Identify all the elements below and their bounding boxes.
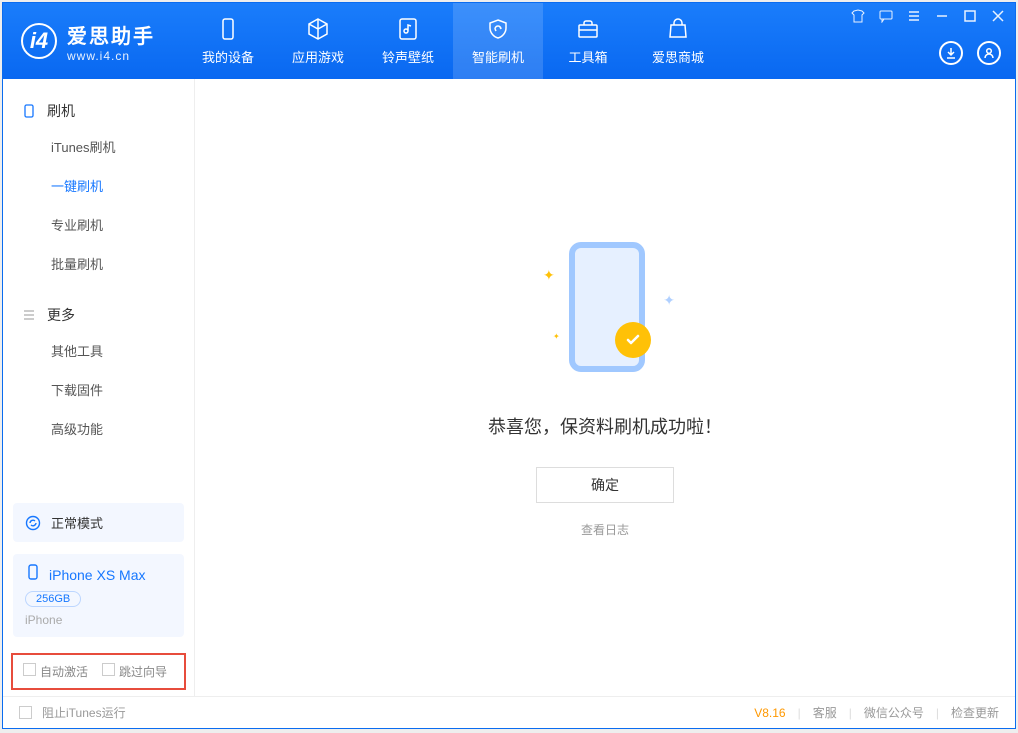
- version-label: V8.16: [754, 706, 785, 720]
- section-label: 刷机: [47, 101, 75, 121]
- body: 刷机 iTunes刷机 一键刷机 专业刷机 批量刷机 更多 其他工具 下载固件 …: [3, 79, 1015, 696]
- sidebar-item-pro-flash[interactable]: 专业刷机: [3, 205, 194, 244]
- support-link[interactable]: 客服: [813, 704, 837, 721]
- tab-store[interactable]: 爱思商城: [633, 3, 723, 79]
- logo: i4 爱思助手 www.i4.cn: [21, 20, 155, 63]
- sidebar: 刷机 iTunes刷机 一键刷机 专业刷机 批量刷机 更多 其他工具 下载固件 …: [3, 79, 195, 696]
- app-title: 爱思助手: [67, 20, 155, 49]
- main-content: ✦ ✦ ✦ 恭喜您，保资料刷机成功啦！ 确定 查看日志: [195, 79, 1015, 696]
- sidebar-item-download-firmware[interactable]: 下载固件: [3, 370, 194, 409]
- close-icon[interactable]: [991, 9, 1005, 23]
- sidebar-item-itunes-flash[interactable]: iTunes刷机: [3, 127, 194, 166]
- view-log-link[interactable]: 查看日志: [581, 521, 629, 538]
- device-name: iPhone XS Max: [49, 567, 146, 583]
- device-type: iPhone: [25, 613, 172, 627]
- sidebar-section-flash: 刷机: [3, 95, 194, 127]
- sidebar-item-batch-flash[interactable]: 批量刷机: [3, 244, 194, 283]
- footer: 阻止iTunes运行 V8.16 | 客服 | 微信公众号 | 检查更新: [3, 696, 1015, 728]
- check-badge-icon: [615, 322, 651, 358]
- app-subtitle: www.i4.cn: [67, 49, 155, 63]
- app-window: i4 爱思助手 www.i4.cn 我的设备 应用游戏 铃声壁纸 智能刷机: [2, 2, 1016, 729]
- menu-icon[interactable]: [907, 9, 921, 23]
- tab-label: 工具箱: [568, 47, 607, 66]
- phone-small-icon: [21, 103, 37, 119]
- music-file-icon: [396, 17, 420, 41]
- account-button[interactable]: [977, 41, 1001, 65]
- tab-label: 智能刷机: [472, 47, 524, 66]
- sidebar-section-more: 更多: [3, 299, 194, 331]
- checkbox-skip-wizard[interactable]: 跳过向导: [102, 663, 167, 680]
- person-icon: [983, 47, 995, 59]
- maximize-icon[interactable]: [963, 9, 977, 23]
- options-row: 自动激活 跳过向导: [11, 653, 186, 690]
- download-button[interactable]: [939, 41, 963, 65]
- wechat-link[interactable]: 微信公众号: [864, 704, 924, 721]
- refresh-shield-icon: [486, 17, 510, 41]
- tab-label: 爱思商城: [652, 47, 704, 66]
- minimize-icon[interactable]: [935, 9, 949, 23]
- ok-button[interactable]: 确定: [536, 467, 674, 503]
- mode-label: 正常模式: [51, 513, 103, 532]
- tab-apps[interactable]: 应用游戏: [273, 3, 363, 79]
- success-message: 恭喜您，保资料刷机成功啦！: [488, 413, 722, 439]
- tab-label: 铃声壁纸: [382, 47, 434, 66]
- section-label: 更多: [47, 305, 75, 325]
- header: i4 爱思助手 www.i4.cn 我的设备 应用游戏 铃声壁纸 智能刷机: [3, 3, 1015, 79]
- sidebar-item-advanced[interactable]: 高级功能: [3, 409, 194, 448]
- mode-card[interactable]: 正常模式: [13, 503, 184, 542]
- account-controls: [939, 41, 1001, 65]
- feedback-icon[interactable]: [879, 9, 893, 23]
- download-icon: [945, 47, 957, 59]
- tab-my-device[interactable]: 我的设备: [183, 3, 273, 79]
- device-storage: 256GB: [25, 591, 81, 607]
- bag-icon: [666, 17, 690, 41]
- logo-icon: i4: [21, 23, 57, 59]
- success-illustration: ✦ ✦ ✦: [515, 237, 695, 387]
- tab-ringtone[interactable]: 铃声壁纸: [363, 3, 453, 79]
- top-tabs: 我的设备 应用游戏 铃声壁纸 智能刷机 工具箱 爱思商城: [183, 3, 723, 79]
- checkbox-block-itunes[interactable]: 阻止iTunes运行: [19, 704, 126, 721]
- device-small-icon: [25, 564, 41, 585]
- checkbox-auto-activate[interactable]: 自动激活: [23, 663, 88, 680]
- tab-flash[interactable]: 智能刷机: [453, 3, 543, 79]
- sync-icon: [25, 515, 41, 531]
- tab-label: 我的设备: [202, 47, 254, 66]
- tab-toolbox[interactable]: 工具箱: [543, 3, 633, 79]
- sidebar-item-oneclick-flash[interactable]: 一键刷机: [3, 166, 194, 205]
- list-icon: [21, 307, 37, 323]
- briefcase-icon: [576, 17, 600, 41]
- device-card[interactable]: iPhone XS Max 256GB iPhone: [13, 554, 184, 637]
- cube-icon: [306, 17, 330, 41]
- phone-icon: [216, 17, 240, 41]
- tab-label: 应用游戏: [292, 47, 344, 66]
- skin-icon[interactable]: [851, 9, 865, 23]
- sidebar-item-other-tools[interactable]: 其他工具: [3, 331, 194, 370]
- update-link[interactable]: 检查更新: [951, 704, 999, 721]
- window-controls: [851, 9, 1005, 23]
